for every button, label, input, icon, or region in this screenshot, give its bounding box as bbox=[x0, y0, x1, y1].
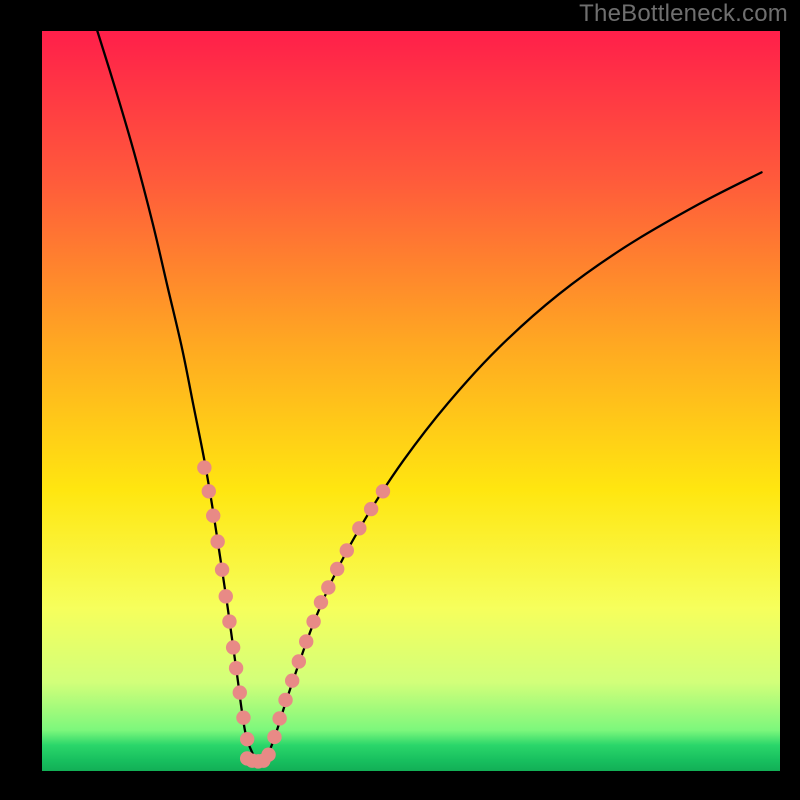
sample-point bbox=[306, 614, 320, 628]
sample-point bbox=[321, 580, 335, 594]
sample-point bbox=[364, 502, 378, 516]
sample-point bbox=[215, 563, 229, 577]
sample-point bbox=[340, 543, 354, 557]
sample-point bbox=[226, 640, 240, 654]
sample-point bbox=[222, 614, 236, 628]
sample-point bbox=[206, 509, 220, 523]
sample-point bbox=[267, 730, 281, 744]
sample-point bbox=[299, 634, 313, 648]
sample-point bbox=[330, 562, 344, 576]
sample-point bbox=[285, 674, 299, 688]
bottleneck-chart bbox=[0, 0, 800, 800]
sample-point bbox=[292, 654, 306, 668]
sample-point bbox=[197, 460, 211, 474]
watermark-text: TheBottleneck.com bbox=[579, 0, 788, 28]
sample-point bbox=[202, 484, 216, 498]
sample-point bbox=[219, 589, 233, 603]
sample-point bbox=[210, 534, 224, 548]
sample-point bbox=[229, 661, 243, 675]
sample-point bbox=[314, 595, 328, 609]
sample-point bbox=[240, 732, 254, 746]
sample-point bbox=[236, 711, 250, 725]
sample-point bbox=[376, 484, 390, 498]
chart-container: TheBottleneck.com bbox=[0, 0, 800, 800]
sample-point bbox=[278, 693, 292, 707]
plot-background bbox=[42, 31, 780, 771]
sample-point bbox=[233, 685, 247, 699]
sample-point bbox=[261, 748, 275, 762]
sample-point bbox=[352, 521, 366, 535]
sample-point bbox=[272, 711, 286, 725]
